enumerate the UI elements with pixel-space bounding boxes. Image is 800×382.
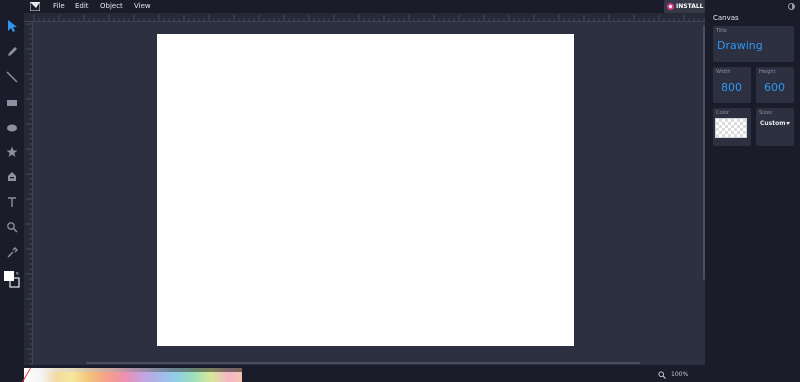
rectangle-tool-icon[interactable]: [6, 97, 18, 109]
properties-panel: Canvas Title Drawing Width 800 Height 60…: [705, 0, 800, 382]
color-palette[interactable]: [24, 368, 242, 382]
title-label: Title: [716, 28, 727, 34]
vertical-ruler: [24, 22, 33, 365]
menu-bar: File Edit Object View INSTALL: [0, 0, 705, 13]
zoom-icon[interactable]: [658, 371, 666, 379]
install-label: INSTALL: [676, 3, 704, 10]
horizontal-scrollbar[interactable]: [86, 362, 640, 364]
menu-edit[interactable]: Edit: [75, 1, 89, 12]
width-field[interactable]: Width 800: [713, 67, 751, 103]
menu-view[interactable]: View: [134, 1, 151, 12]
canvas-workspace[interactable]: [24, 13, 705, 365]
height-value[interactable]: 600: [764, 81, 785, 94]
app-window: File Edit Object View INSTALL Canvas Tit…: [0, 0, 800, 382]
width-value[interactable]: 800: [721, 81, 742, 94]
sizes-label: Sizes: [759, 110, 772, 116]
drawing-canvas[interactable]: [157, 34, 574, 346]
title-field[interactable]: Title Drawing: [713, 26, 794, 62]
ellipse-tool-icon[interactable]: [6, 122, 18, 134]
text-tool-icon[interactable]: [6, 196, 18, 208]
color-label: Color: [716, 110, 730, 116]
color-field[interactable]: Color: [713, 108, 751, 146]
menu-file[interactable]: File: [53, 1, 65, 12]
line-tool-icon[interactable]: [6, 71, 18, 83]
menu-object[interactable]: Object: [100, 1, 123, 12]
tool-bar: [0, 13, 24, 382]
star-tool-icon[interactable]: [6, 146, 18, 158]
canvas-color-swatch[interactable]: [715, 118, 747, 138]
install-icon: [667, 3, 674, 10]
height-field[interactable]: Height 600: [756, 67, 794, 103]
eyedropper-tool-icon[interactable]: [6, 247, 18, 259]
horizontal-ruler: [24, 13, 705, 22]
title-value[interactable]: Drawing: [717, 39, 763, 52]
panel-title: Canvas: [713, 14, 739, 22]
install-button[interactable]: INSTALL: [664, 0, 705, 13]
chevron-down-icon: [786, 122, 790, 125]
app-logo-icon: [30, 2, 40, 11]
sizes-value: Custom: [760, 120, 786, 127]
select-tool-icon[interactable]: [6, 20, 18, 32]
fill-tool-icon[interactable]: [6, 171, 18, 183]
pencil-tool-icon[interactable]: [6, 46, 18, 58]
height-label: Height: [759, 69, 776, 75]
width-label: Width: [716, 69, 731, 75]
fill-stroke-swatch-icon[interactable]: [3, 270, 21, 288]
no-color-swatch[interactable]: [24, 368, 30, 382]
zoom-level[interactable]: 100%: [671, 371, 688, 379]
zoom-tool-icon[interactable]: [6, 221, 18, 233]
theme-toggle-icon[interactable]: [788, 3, 795, 10]
sizes-select[interactable]: Sizes Custom: [756, 108, 794, 146]
